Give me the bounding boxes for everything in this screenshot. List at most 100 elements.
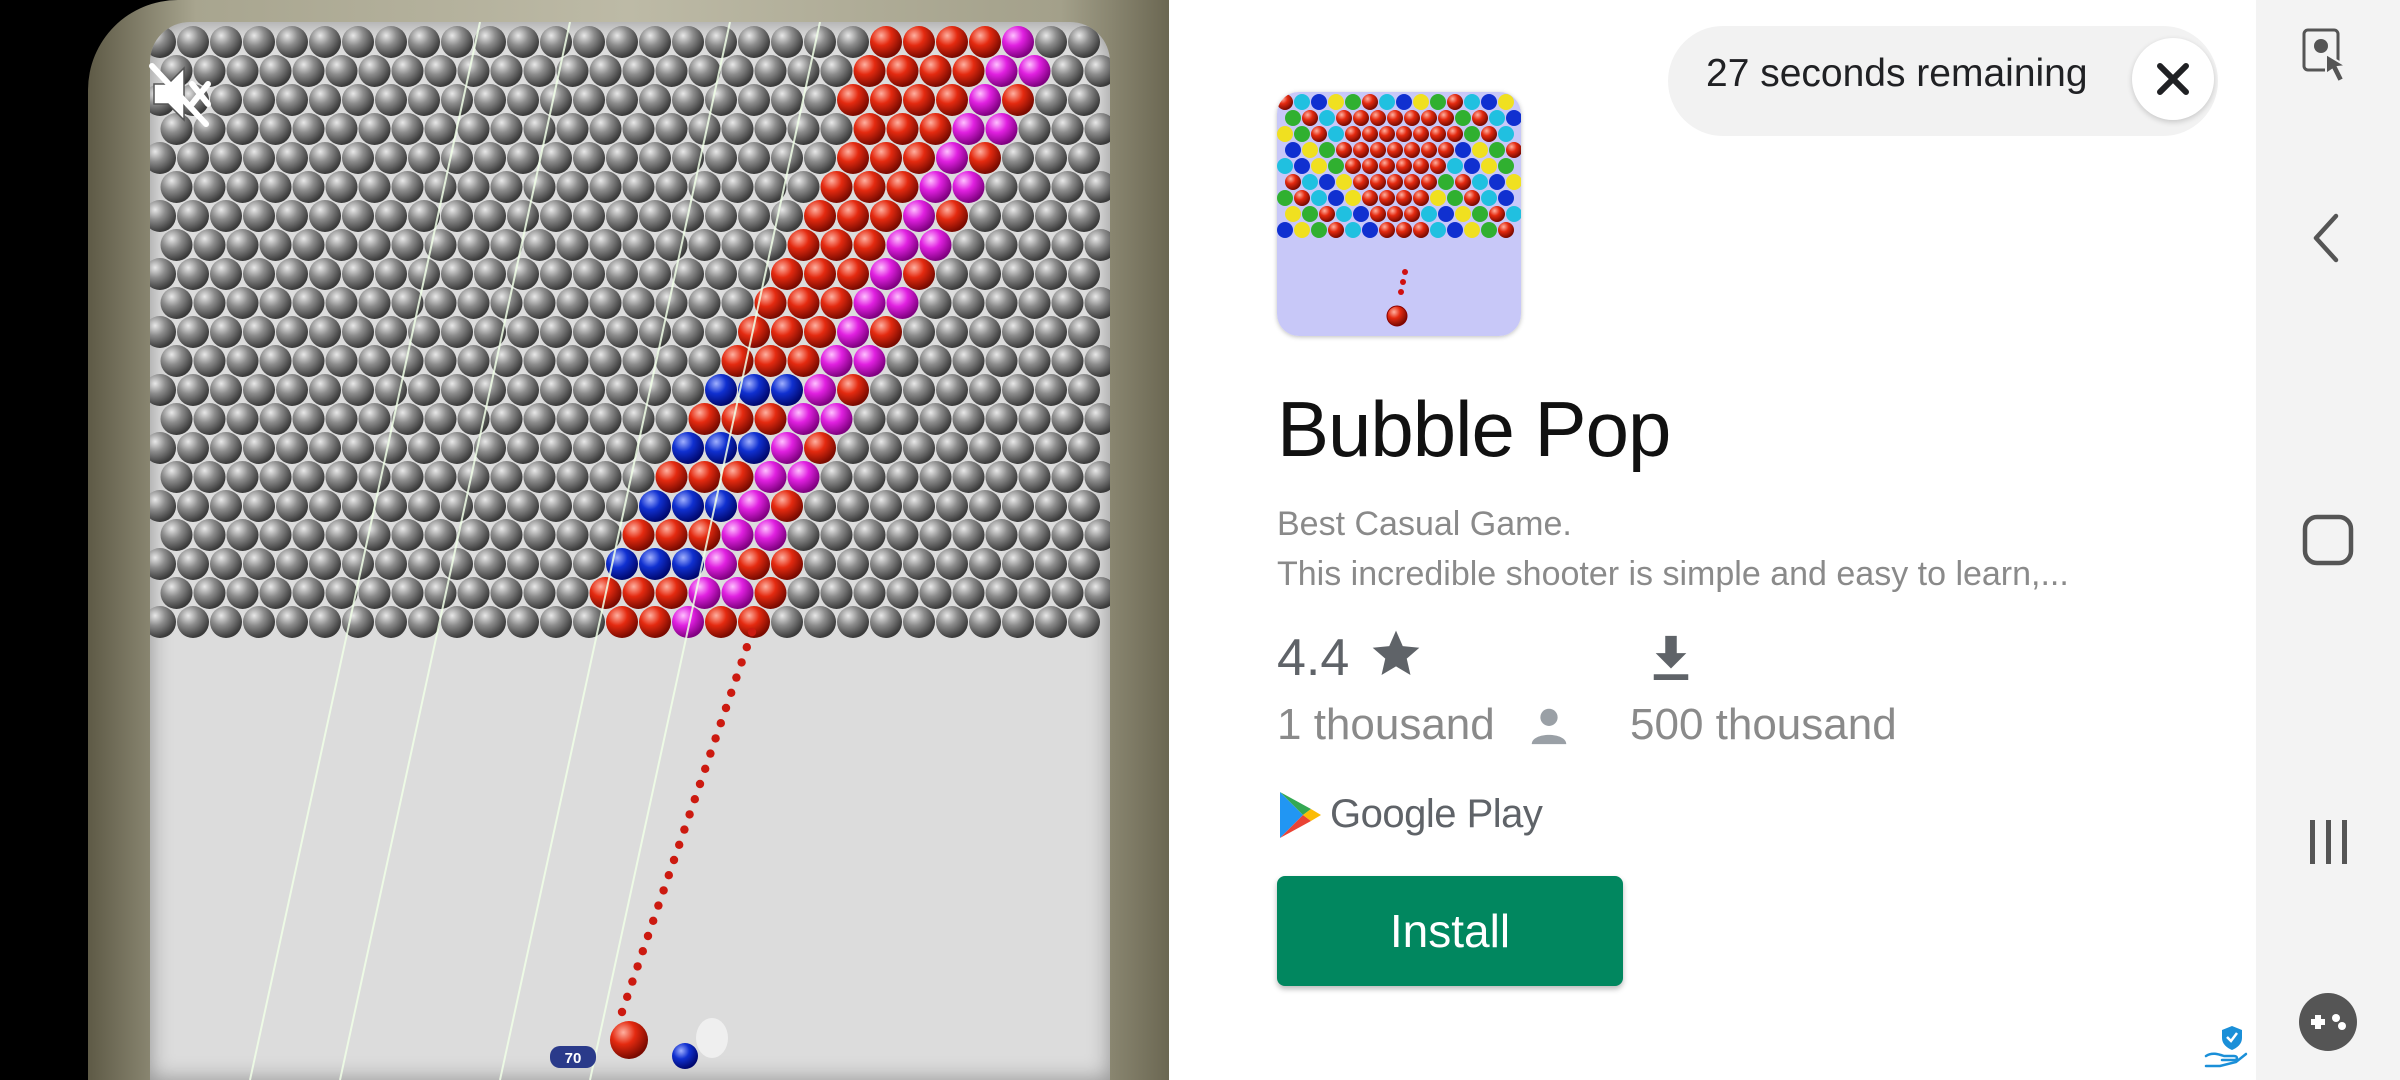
bubble <box>936 374 968 406</box>
muted-speaker-icon[interactable] <box>144 58 216 130</box>
google-play-label: Google Play <box>1330 792 1543 836</box>
bubble <box>226 403 259 435</box>
bubble <box>150 258 176 290</box>
bubble <box>523 345 556 377</box>
bubble <box>375 84 407 116</box>
bubble <box>424 461 457 493</box>
icon-bubble <box>1379 222 1395 238</box>
bubble <box>985 461 1018 493</box>
bubble <box>672 84 704 116</box>
recents-icon[interactable] <box>2296 810 2360 874</box>
bubble <box>886 171 919 203</box>
bubble <box>787 55 820 87</box>
bubble <box>243 84 275 116</box>
bubble <box>985 345 1018 377</box>
bubble <box>606 606 638 638</box>
bubble <box>1018 55 1051 87</box>
bubble <box>507 200 539 232</box>
icon-bubble <box>1489 110 1505 126</box>
bubble <box>556 403 589 435</box>
bubble <box>276 432 308 464</box>
bubble <box>870 374 902 406</box>
icon-bubble <box>1421 174 1437 190</box>
bubble <box>771 316 803 348</box>
ad-video[interactable]: 70 <box>0 0 1169 1080</box>
bubble <box>705 374 737 406</box>
bubble <box>754 345 787 377</box>
bubble <box>1084 287 1110 319</box>
bubble <box>1051 519 1084 551</box>
bubble <box>457 577 490 609</box>
bubble <box>210 200 242 232</box>
bubble <box>936 316 968 348</box>
bubble <box>150 490 176 522</box>
bubble <box>490 403 523 435</box>
ad-choices-icon[interactable] <box>2202 1022 2250 1070</box>
bubble <box>688 403 721 435</box>
bubble <box>1068 548 1100 580</box>
bubble <box>276 258 308 290</box>
bubble <box>375 548 407 580</box>
bubble <box>177 606 209 638</box>
icon-bubble <box>1447 222 1463 238</box>
icon-bubble <box>1464 190 1480 206</box>
icon-bubble <box>1472 206 1488 222</box>
bubble <box>474 606 506 638</box>
bubble <box>903 606 935 638</box>
install-button[interactable]: Install <box>1277 876 1623 986</box>
game-tools-icon[interactable] <box>2296 990 2360 1054</box>
bubble <box>936 258 968 290</box>
person-icon <box>1526 702 1572 748</box>
bubble <box>705 606 737 638</box>
bubble <box>820 403 853 435</box>
bubble <box>358 229 391 261</box>
bubble <box>886 287 919 319</box>
bubble <box>1018 403 1051 435</box>
home-icon[interactable] <box>2296 508 2360 572</box>
bubble <box>870 26 902 58</box>
bubble <box>276 142 308 174</box>
bubble <box>573 200 605 232</box>
bubble <box>457 229 490 261</box>
bubble <box>639 316 671 348</box>
bubble <box>771 258 803 290</box>
bubble <box>160 171 193 203</box>
bubble <box>391 171 424 203</box>
bubble <box>375 316 407 348</box>
icon-bubble <box>1362 158 1378 174</box>
app-description-line2: This incredible shooter is simple and ea… <box>1277 555 2069 593</box>
bubble <box>655 55 688 87</box>
back-icon[interactable] <box>2296 206 2360 270</box>
bubble <box>688 345 721 377</box>
bubble <box>160 403 193 435</box>
bubble <box>1018 461 1051 493</box>
bubble <box>738 142 770 174</box>
icon-bubble <box>1489 206 1505 222</box>
bubble <box>177 316 209 348</box>
bubble <box>523 461 556 493</box>
app-icon[interactable] <box>1277 92 1521 336</box>
bubble <box>639 374 671 406</box>
close-button[interactable] <box>2132 38 2214 120</box>
icon-bubble <box>1311 222 1327 238</box>
bubble <box>787 229 820 261</box>
bubble <box>375 26 407 58</box>
bubble <box>688 55 721 87</box>
icon-bubble <box>1472 142 1488 158</box>
icon-bubble <box>1328 94 1344 110</box>
bubble <box>837 316 869 348</box>
bubble <box>771 84 803 116</box>
touch-icon[interactable] <box>2296 24 2360 88</box>
bubble <box>804 432 836 464</box>
shooter-bubble <box>610 1021 648 1059</box>
icon-bubble <box>1464 126 1480 142</box>
aim-dot <box>669 855 679 865</box>
bubble <box>622 519 655 551</box>
bubble <box>1084 113 1110 145</box>
bubble <box>342 26 374 58</box>
bubble <box>672 316 704 348</box>
app-title[interactable]: Bubble Pop <box>1277 384 1671 475</box>
bubble <box>936 432 968 464</box>
bubble <box>837 548 869 580</box>
bubble <box>210 432 242 464</box>
